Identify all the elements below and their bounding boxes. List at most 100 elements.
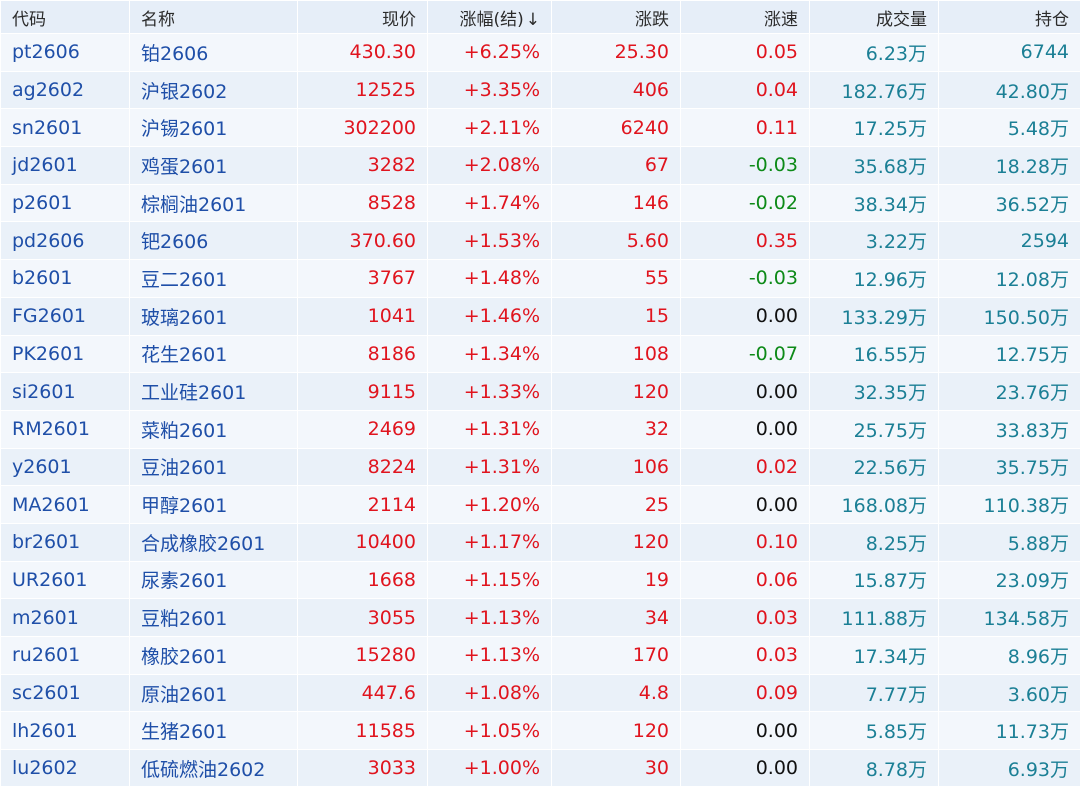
- cell-change: 19: [551, 560, 681, 600]
- table-row[interactable]: MA2601 甲醇2601 2114 +1.20% 25 0.00 168.08万 110.3…: [0, 485, 1080, 524]
- cell-open-interest: 5.88万: [938, 522, 1080, 562]
- table-row[interactable]: sn2601 沪锡2601 302200 +2.11% 6240 0.11 17.25万 5.…: [0, 108, 1080, 148]
- cell-price: 8186: [297, 334, 428, 374]
- cell-name[interactable]: 低硫燃油2602: [129, 749, 298, 786]
- cell-code[interactable]: si2601: [0, 372, 130, 411]
- cell-open-interest: 134.58万: [938, 598, 1080, 637]
- cell-price: 447.6: [297, 673, 428, 713]
- cell-name[interactable]: 豆粕2601: [129, 598, 298, 637]
- cell-change: 120: [551, 711, 681, 751]
- cell-name[interactable]: 尿素2601: [129, 560, 298, 600]
- table-row[interactable]: sc2601 原油2601 447.6 +1.08% 4.8 0.09 7.77万 3.60万: [0, 673, 1080, 713]
- cell-price: 3767: [297, 259, 428, 298]
- cell-name[interactable]: 生猪2601: [129, 711, 298, 751]
- cell-code[interactable]: jd2601: [0, 146, 130, 185]
- cell-code[interactable]: FG2601: [0, 296, 130, 336]
- cell-name[interactable]: 花生2601: [129, 334, 298, 374]
- cell-name[interactable]: 合成橡胶2601: [129, 522, 298, 562]
- cell-volume: 32.35万: [809, 372, 939, 411]
- cell-code[interactable]: RM2601: [0, 409, 130, 449]
- cell-open-interest: 23.09万: [938, 560, 1080, 600]
- cell-code[interactable]: MA2601: [0, 485, 130, 524]
- table-row[interactable]: ag2602 沪银2602 12525 +3.35% 406 0.04 182.76万 42.…: [0, 70, 1080, 110]
- cell-pct-change: +3.35%: [427, 70, 552, 110]
- cell-code[interactable]: br2601: [0, 522, 130, 562]
- cell-name[interactable]: 橡胶2601: [129, 636, 298, 675]
- column-header-code[interactable]: 代码: [0, 0, 130, 34]
- table-row[interactable]: UR2601 尿素2601 1668 +1.15% 19 0.06 15.87万 23.09万: [0, 560, 1080, 600]
- cell-code[interactable]: UR2601: [0, 560, 130, 600]
- cell-name[interactable]: 甲醇2601: [129, 485, 298, 524]
- column-header-volume[interactable]: 成交量: [809, 0, 939, 34]
- cell-name[interactable]: 豆二2601: [129, 259, 298, 298]
- cell-name[interactable]: 原油2601: [129, 673, 298, 713]
- table-row[interactable]: si2601 工业硅2601 9115 +1.33% 120 0.00 32.35万 23.7…: [0, 372, 1080, 411]
- cell-name[interactable]: 豆油2601: [129, 447, 298, 487]
- cell-change: 15: [551, 296, 681, 336]
- cell-name[interactable]: 沪银2602: [129, 70, 298, 110]
- cell-speed: 0.03: [680, 598, 810, 637]
- table-row[interactable]: m2601 豆粕2601 3055 +1.13% 34 0.03 111.88万 134.58…: [0, 598, 1080, 637]
- cell-code[interactable]: pt2606: [0, 33, 130, 72]
- table-row[interactable]: RM2601 菜粕2601 2469 +1.31% 32 0.00 25.75万 33.83万: [0, 409, 1080, 449]
- cell-code[interactable]: m2601: [0, 598, 130, 637]
- column-header-price[interactable]: 现价: [297, 0, 428, 34]
- cell-speed: 0.00: [680, 409, 810, 449]
- cell-name[interactable]: 工业硅2601: [129, 372, 298, 411]
- cell-code[interactable]: y2601: [0, 447, 130, 487]
- table-row[interactable]: lu2602 低硫燃油2602 3033 +1.00% 30 0.00 8.78万 6.93万: [0, 749, 1080, 786]
- cell-code[interactable]: sn2601: [0, 108, 130, 148]
- cell-name[interactable]: 铂2606: [129, 33, 298, 72]
- cell-open-interest: 33.83万: [938, 409, 1080, 449]
- table-row[interactable]: b2601 豆二2601 3767 +1.48% 55 -0.03 12.96万 12.08万: [0, 259, 1080, 298]
- cell-change: 170: [551, 636, 681, 675]
- table-row[interactable]: PK2601 花生2601 8186 +1.34% 108 -0.07 16.55万 12.7…: [0, 334, 1080, 374]
- cell-code[interactable]: lu2602: [0, 749, 130, 786]
- cell-name[interactable]: 钯2606: [129, 221, 298, 261]
- cell-pct-change: +1.13%: [427, 598, 552, 637]
- column-header-speed-label: 涨速: [764, 9, 798, 30]
- cell-code[interactable]: p2601: [0, 183, 130, 223]
- column-header-pct-label: 涨幅(结): [459, 9, 524, 30]
- column-header-name[interactable]: 名称: [129, 0, 298, 34]
- table-row[interactable]: jd2601 鸡蛋2601 3282 +2.08% 67 -0.03 35.68万 18.28…: [0, 146, 1080, 185]
- cell-price: 2114: [297, 485, 428, 524]
- table-row[interactable]: pt2606 铂2606 430.30 +6.25% 25.30 0.05 6.23万 674…: [0, 33, 1080, 72]
- table-row[interactable]: y2601 豆油2601 8224 +1.31% 106 0.02 22.56万 35.75万: [0, 447, 1080, 487]
- cell-code[interactable]: lh2601: [0, 711, 130, 751]
- cell-speed: 0.00: [680, 372, 810, 411]
- column-header-speed[interactable]: 涨速: [680, 0, 810, 34]
- cell-open-interest: 36.52万: [938, 183, 1080, 223]
- column-header-pct[interactable]: 涨幅(结) ↓: [427, 0, 552, 34]
- column-header-change[interactable]: 涨跌: [551, 0, 681, 34]
- cell-pct-change: +6.25%: [427, 33, 552, 72]
- cell-change: 55: [551, 259, 681, 298]
- table-row[interactable]: ru2601 橡胶2601 15280 +1.13% 170 0.03 17.34万 8.96…: [0, 636, 1080, 675]
- cell-volume: 3.22万: [809, 221, 939, 261]
- cell-name[interactable]: 玻璃2601: [129, 296, 298, 336]
- table-row[interactable]: p2601 棕榈油2601 8528 +1.74% 146 -0.02 38.34万 36.5…: [0, 183, 1080, 223]
- table-row[interactable]: lh2601 生猪2601 11585 +1.05% 120 0.00 5.85万 11.73…: [0, 711, 1080, 751]
- cell-speed: 0.11: [680, 108, 810, 148]
- column-header-open-interest[interactable]: 持仓: [938, 0, 1080, 34]
- cell-name[interactable]: 沪锡2601: [129, 108, 298, 148]
- cell-pct-change: +1.31%: [427, 409, 552, 449]
- cell-code[interactable]: ag2602: [0, 70, 130, 110]
- cell-code[interactable]: PK2601: [0, 334, 130, 374]
- table-row[interactable]: br2601 合成橡胶2601 10400 +1.17% 120 0.10 8.25万 5.8…: [0, 522, 1080, 562]
- column-header-volume-label: 成交量: [876, 9, 927, 30]
- cell-name[interactable]: 菜粕2601: [129, 409, 298, 449]
- cell-pct-change: +1.13%: [427, 636, 552, 675]
- cell-price: 10400: [297, 522, 428, 562]
- cell-name[interactable]: 鸡蛋2601: [129, 146, 298, 185]
- table-row[interactable]: FG2601 玻璃2601 1041 +1.46% 15 0.00 133.29万 150.5…: [0, 296, 1080, 336]
- table-row[interactable]: pd2606 钯2606 370.60 +1.53% 5.60 0.35 3.22万 2594: [0, 221, 1080, 261]
- cell-code[interactable]: b2601: [0, 259, 130, 298]
- cell-name[interactable]: 棕榈油2601: [129, 183, 298, 223]
- cell-code[interactable]: ru2601: [0, 636, 130, 675]
- cell-volume: 17.34万: [809, 636, 939, 675]
- cell-code[interactable]: sc2601: [0, 673, 130, 713]
- table-header-row: 代码 名称 现价 涨幅(结) ↓ 涨跌 涨速 成交量 持仓: [0, 0, 1080, 34]
- cell-change: 25: [551, 485, 681, 524]
- cell-code[interactable]: pd2606: [0, 221, 130, 261]
